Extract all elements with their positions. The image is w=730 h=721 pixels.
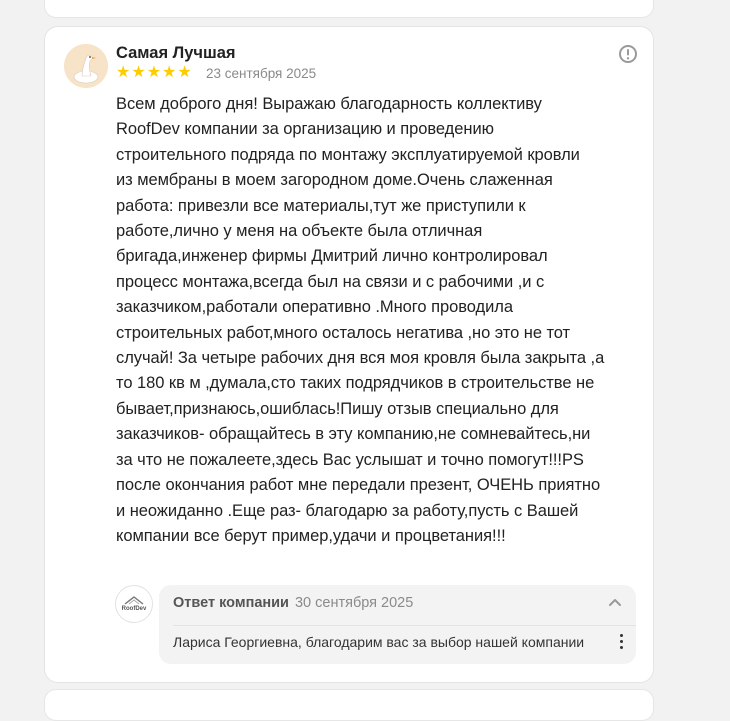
star-icon: ★: [177, 64, 192, 81]
star-icon: ★: [131, 64, 146, 81]
goose-avatar-icon[interactable]: [64, 44, 108, 88]
company-reply: Ответ компании 30 сентября 2025 Лариса Ге…: [159, 585, 636, 664]
rating-stars: ★ ★ ★ ★ ★: [116, 64, 192, 82]
company-logo: RoofDev: [115, 585, 153, 623]
star-icon: ★: [116, 64, 131, 81]
review-date: 23 сентября 2025: [206, 66, 317, 81]
roof-icon: [124, 595, 144, 605]
reply-header: Ответ компании 30 сентября 2025: [173, 595, 413, 611]
company-logo-text: RoofDev: [121, 605, 147, 612]
star-icon: ★: [146, 64, 162, 81]
reply-text: Лариса Георгиевна, благодарим вас за выб…: [173, 634, 585, 650]
exclamation-circle-icon[interactable]: [618, 44, 638, 64]
previous-review-card: [44, 0, 654, 18]
reply-date: 30 сентября 2025: [294, 595, 414, 611]
review-text: Всем доброго дня! Выражаю благодарность …: [116, 95, 605, 545]
reply-divider: [173, 625, 636, 626]
reply-label: Ответ компании: [173, 595, 289, 611]
review-author[interactable]: Самая Лучшая: [116, 44, 236, 63]
chevron-up-icon[interactable]: [606, 594, 624, 612]
more-vertical-icon[interactable]: [616, 631, 626, 651]
review-card: Самая Лучшая ★ ★ ★ ★ ★ 23 сентября 2025 …: [44, 26, 654, 683]
star-icon: ★: [162, 64, 177, 81]
